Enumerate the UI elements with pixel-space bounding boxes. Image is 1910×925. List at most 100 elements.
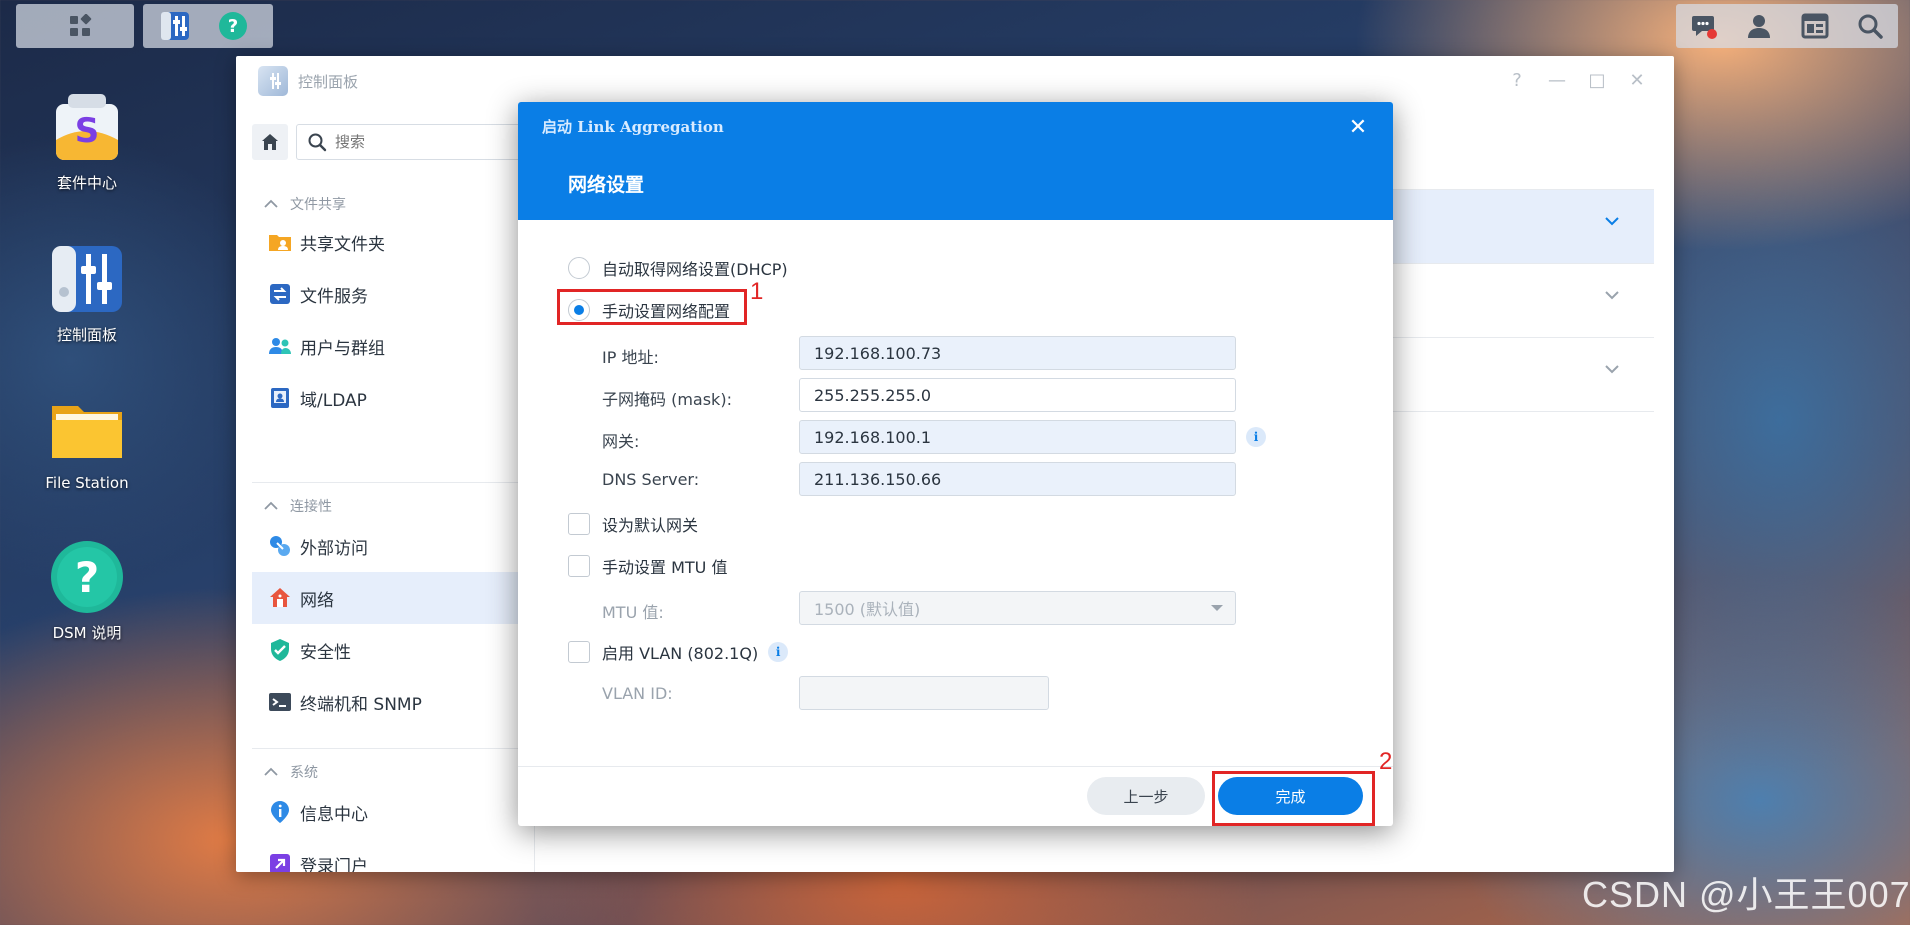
search-button[interactable] [1848, 4, 1892, 48]
sidebar-item-domain-ldap[interactable]: 域/LDAP [252, 372, 535, 424]
sidebar-item-label: 用户与群组 [300, 338, 385, 359]
dialog-footer-divider [518, 766, 1393, 767]
manual-mtu-option[interactable]: 手动设置 MTU 值 [568, 554, 727, 578]
info-icon[interactable]: i [1246, 427, 1266, 447]
sidebar-item-label: 共享文件夹 [300, 234, 385, 255]
window-controls: ? — □ ✕ [1508, 70, 1646, 91]
search-icon [308, 133, 327, 152]
sidebar-item-terminal-snmp[interactable]: 终端机和 SNMP [252, 676, 535, 728]
notifications-button[interactable] [1682, 4, 1726, 48]
sidebar-item-label: 网络 [300, 590, 334, 611]
dialog-caption: 启动 Link Aggregation [542, 118, 724, 136]
sidebar-item-file-services[interactable]: 文件服务 [252, 268, 535, 320]
desktop-icon-dsm-help[interactable]: ? DSM 说明 [28, 540, 146, 643]
info-icon[interactable]: i [768, 642, 789, 662]
manual-mtu-checkbox[interactable] [568, 555, 590, 577]
chevron-down-icon [1605, 217, 1619, 226]
dhcp-radio[interactable] [568, 257, 590, 279]
mtu-select[interactable]: 1500 (默认值) [799, 591, 1236, 625]
sidebar-item-external-access[interactable]: 外部访问 [252, 520, 535, 572]
notifications-icon [1691, 16, 1717, 39]
chevron-down-icon [1605, 365, 1619, 374]
desktop-icon-label: 套件中心 [56, 174, 117, 192]
sidebar-item-info-center[interactable]: 信息中心 [252, 786, 535, 838]
window-titlebar[interactable]: 控制面板 ? — □ ✕ [236, 56, 1674, 106]
desktop-icon-package-center[interactable]: S 套件中心 [28, 90, 146, 193]
mtu-label: MTU 值: [602, 603, 664, 622]
default-gateway-checkbox[interactable] [568, 513, 590, 535]
sidebar-item-shared-folder[interactable]: 共享文件夹 [252, 216, 535, 268]
section-title: 系统 [290, 765, 318, 781]
close-icon[interactable]: ✕ [1628, 70, 1646, 91]
vlan-id-input[interactable] [799, 676, 1049, 710]
user-icon [1748, 15, 1771, 38]
svg-text:?: ? [75, 553, 99, 602]
sidebar-item-label: 外部访问 [300, 538, 368, 559]
widgets-button[interactable] [1793, 4, 1837, 48]
main-menu-icon [70, 14, 92, 36]
vlan-id-label: VLAN ID: [602, 684, 673, 703]
ip-address-input[interactable]: 192.168.100.73 [799, 336, 1236, 370]
dsm-help-icon: ? [50, 540, 124, 614]
sidebar-item-network[interactable]: 网络 [252, 572, 535, 624]
shield-icon [266, 636, 294, 664]
dialog-header[interactable]: 启动 Link Aggregation ✕ 网络设置 [518, 102, 1393, 220]
home-icon [262, 134, 278, 150]
section-title: 文件共享 [290, 197, 346, 213]
dropdown-caret-icon [1211, 605, 1223, 611]
sidebar-item-label: 终端机和 SNMP [300, 694, 422, 715]
section-title: 连接性 [290, 499, 332, 515]
gateway-input[interactable]: 192.168.100.1 [799, 420, 1236, 454]
user-button[interactable] [1737, 4, 1781, 48]
vlan-option[interactable]: 启用 VLAN (802.1Q) i [568, 640, 789, 664]
sidebar-item-label: 文件服务 [300, 286, 368, 307]
sidebar-item-login-portal[interactable]: 登录门户 [252, 838, 535, 872]
control-panel-icon [50, 242, 124, 316]
users-icon [266, 332, 294, 360]
shared-folder-icon [266, 228, 294, 256]
widgets-icon [1801, 13, 1829, 39]
svg-text:S: S [75, 111, 100, 151]
sidebar-item-security[interactable]: 安全性 [252, 624, 535, 676]
dhcp-option[interactable]: 自动取得网络设置(DHCP) [568, 256, 788, 280]
sidebar-item-users-groups[interactable]: 用户与群组 [252, 320, 535, 372]
chevron-up-icon [264, 767, 278, 776]
dns-server-input[interactable]: 211.136.150.66 [799, 462, 1236, 496]
vlan-checkbox[interactable] [568, 641, 590, 663]
desktop-icon-file-station[interactable]: File Station [28, 392, 146, 492]
default-gateway-option[interactable]: 设为默认网关 [568, 512, 698, 536]
desktop-icon-control-panel[interactable]: 控制面板 [28, 242, 146, 345]
dialog-title: 网络设置 [568, 174, 645, 196]
network-icon [266, 584, 294, 612]
subnet-mask-input[interactable]: 255.255.255.0 [799, 378, 1236, 412]
taskbar-dsm-help[interactable]: ? [211, 4, 255, 48]
info-center-icon [266, 798, 294, 826]
sidebar-item-label: 信息中心 [300, 804, 368, 825]
main-menu-button[interactable] [58, 4, 102, 48]
dsm-help-icon: ? [219, 12, 247, 40]
external-access-icon [266, 532, 294, 560]
window-title: 控制面板 [298, 72, 359, 91]
section-header-file-sharing[interactable]: 文件共享 [252, 194, 346, 214]
section-header-connectivity[interactable]: 连接性 [252, 496, 332, 516]
sidebar: 文件共享 共享文件夹 文件服务 用户与群组 域/LDAP 连接性 外部访问 [236, 106, 556, 872]
control-panel-icon [258, 66, 288, 96]
package-center-icon: S [50, 90, 124, 164]
search-box[interactable] [296, 124, 556, 160]
domain-ldap-icon [266, 384, 294, 412]
previous-step-button[interactable]: 上一步 [1087, 777, 1205, 815]
sidebar-item-label: 安全性 [300, 642, 351, 663]
home-button[interactable] [252, 124, 288, 160]
svg-text:?: ? [228, 16, 238, 37]
help-icon[interactable]: ? [1508, 70, 1526, 91]
minimize-icon[interactable]: — [1548, 70, 1566, 91]
search-input[interactable] [335, 133, 535, 151]
taskbar: ? [0, 0, 1910, 52]
taskbar-control-panel[interactable] [153, 4, 197, 48]
dialog-close-button[interactable]: ✕ [1345, 114, 1371, 140]
maximize-icon[interactable]: □ [1588, 70, 1606, 91]
search-icon [1858, 14, 1883, 39]
control-panel-icon [161, 12, 189, 40]
section-header-system[interactable]: 系统 [252, 762, 318, 782]
chevron-up-icon [264, 501, 278, 510]
